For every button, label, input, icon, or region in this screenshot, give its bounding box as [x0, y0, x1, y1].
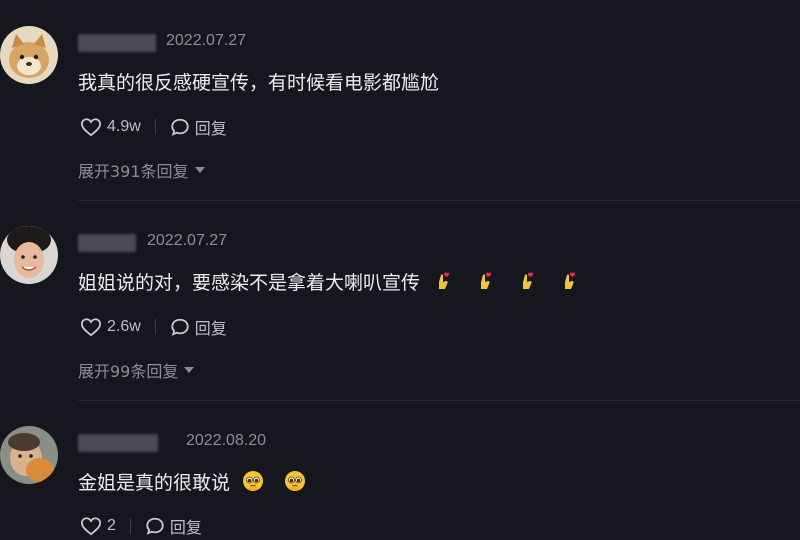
like-count: 4.9w	[107, 118, 141, 135]
caret-down-icon	[194, 167, 205, 173]
avatar[interactable]	[0, 26, 58, 84]
comment-bubble-icon	[171, 318, 189, 336]
comment-bubble-icon	[146, 517, 164, 535]
like-button[interactable]: 4.9w	[80, 117, 141, 137]
reply-label: 回复	[169, 520, 202, 537]
reply-button[interactable]: 回复	[145, 514, 202, 538]
finger-heart-emoji-icon	[439, 272, 450, 289]
username-blurred[interactable]	[78, 234, 136, 252]
like-count: 2.6w	[107, 318, 141, 335]
expand-replies-label: 展开99条回复	[78, 362, 179, 381]
comment-text: 金姐是真的很敢说	[78, 468, 306, 495]
reply-label: 回复	[194, 121, 227, 138]
username-blurred[interactable]	[78, 434, 158, 452]
comment-text-body: 姐姐说的对，要感染不是拿着大喇叭宣传	[78, 272, 421, 294]
reply-label: 回复	[194, 321, 227, 338]
caret-down-icon	[184, 367, 195, 373]
like-button[interactable]: 2.6w	[80, 317, 141, 337]
comment-text: 我真的很反感硬宣传，有时候看电影都尴尬	[78, 72, 440, 94]
comment-actions: 4.9w 回复	[80, 116, 227, 138]
comment-actions: 2.6w 回复	[80, 316, 227, 338]
username-blurred[interactable]	[78, 34, 156, 52]
heart-icon	[80, 517, 102, 536]
finger-heart-emoji-icon	[565, 272, 576, 289]
expand-replies-button[interactable]: 展开99条回复	[78, 358, 195, 382]
like-button[interactable]: 2	[80, 516, 116, 536]
like-count: 2	[107, 517, 116, 534]
comment-date: 2022.08.20	[186, 432, 267, 449]
finger-heart-emoji-icon	[481, 272, 492, 289]
comment-text: 姐姐说的对，要感染不是拿着大喇叭宣传	[78, 268, 580, 295]
comment-date: 2022.07.27	[166, 32, 247, 49]
comment-divider	[78, 200, 800, 201]
avatar[interactable]	[0, 226, 58, 284]
divider	[154, 119, 156, 135]
comment-bubble-icon	[171, 118, 189, 136]
comment-feed: 2022.07.27 我真的很反感硬宣传，有时候看电影都尴尬 4.9w 回复 展…	[0, 0, 800, 540]
reply-button[interactable]: 回复	[170, 315, 227, 339]
reply-button[interactable]: 回复	[170, 115, 227, 139]
avatar[interactable]	[0, 426, 58, 484]
heart-icon	[80, 118, 102, 137]
comment-text-body: 金姐是真的很敢说	[78, 472, 231, 494]
expand-replies-button[interactable]: 展开391条回复	[78, 158, 205, 182]
finger-heart-emoji-icon	[523, 272, 534, 289]
comment-date: 2022.07.27	[147, 232, 228, 249]
pleading-face-emoji-icon	[243, 471, 264, 491]
divider	[129, 518, 131, 534]
expand-replies-label: 展开391条回复	[78, 162, 189, 181]
comment-divider	[78, 400, 800, 401]
heart-icon	[80, 318, 102, 337]
divider	[154, 319, 156, 335]
pleading-face-emoji-icon	[285, 471, 306, 491]
comment-actions: 2 回复	[80, 515, 202, 537]
